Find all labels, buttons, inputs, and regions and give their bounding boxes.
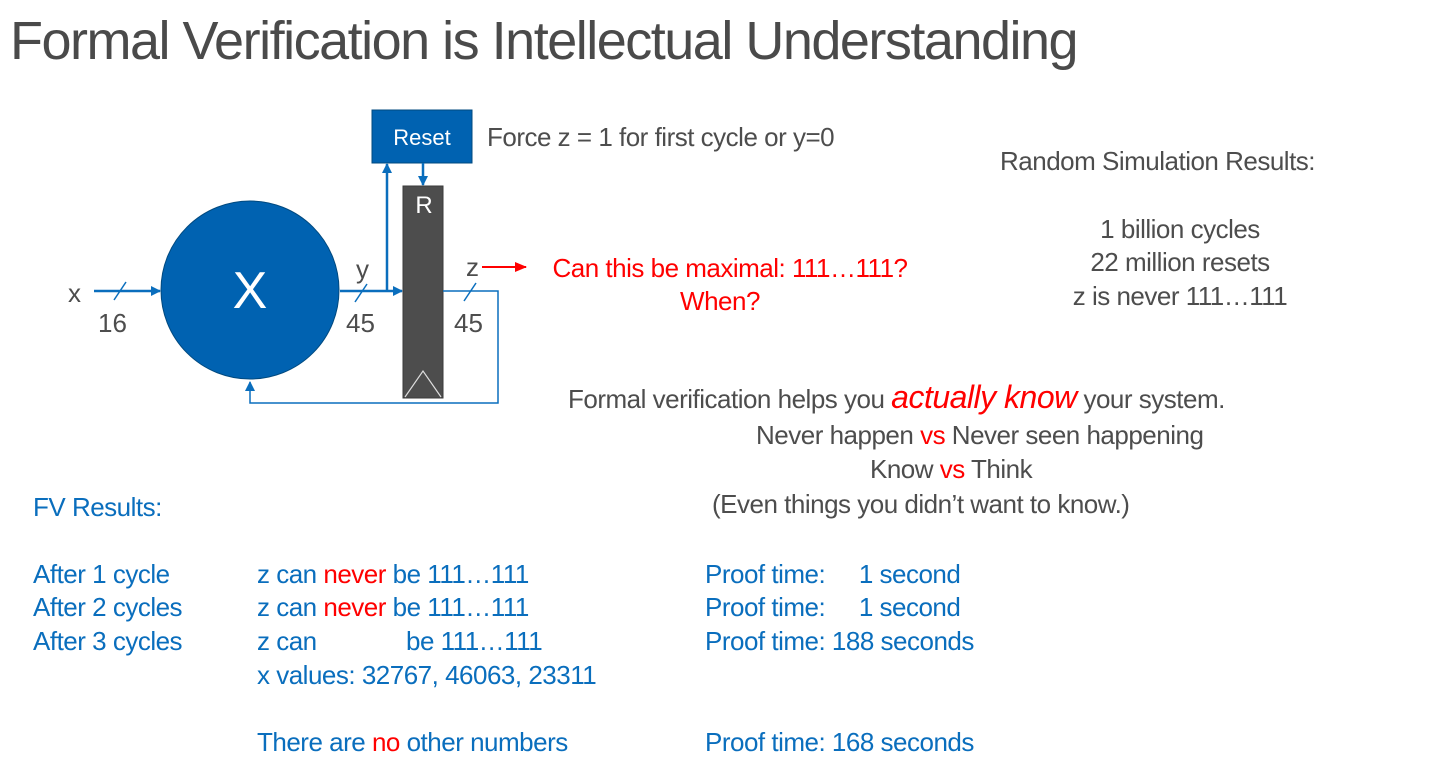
takeaway-line-2: Never happen vs Never seen happening	[756, 418, 1204, 452]
no-other-numbers: There are no other numbers	[257, 725, 568, 759]
output-width-label: 45	[454, 308, 483, 338]
fv-result-text: z can	[257, 559, 324, 589]
fv-result-text: be 111…111	[385, 559, 530, 589]
fv-row-result-pre: z can	[257, 626, 317, 656]
bus-slash-z	[463, 282, 477, 302]
fv-result-text: There are	[257, 727, 372, 757]
takeaway-text: Formal verification helps you	[568, 384, 892, 414]
takeaway-emphasis: actually know	[891, 379, 1077, 415]
fv-row-proof-time: Proof time: 188 seconds	[705, 626, 974, 656]
register-reset-label: R	[415, 192, 432, 219]
random-sim-line: 22 million resets	[1090, 247, 1270, 277]
random-sim-line: 1 billion cycles	[1100, 214, 1260, 244]
takeaway-line-3: Know vs Think	[870, 452, 1033, 486]
fv-row-label: After 1 cycle	[33, 559, 170, 589]
reset-block-label: Reset	[393, 125, 450, 150]
fv-row-result: z can never be 111…111	[257, 557, 529, 591]
input-signal-label: x	[68, 278, 81, 308]
takeaway-text: Know	[870, 454, 940, 484]
vs-highlight: vs	[939, 454, 966, 484]
fv-row-proof-time: Proof time: 1 second	[705, 559, 961, 589]
never-highlight: never	[323, 559, 386, 589]
fv-row-result-post: be 111…111	[406, 626, 543, 656]
fv-row-label: After 3 cycles	[33, 626, 183, 656]
fv-final-proof-time: Proof time: 168 seconds	[705, 727, 974, 757]
takeaway-text: Think	[964, 454, 1033, 484]
question-line-1: Can this be maximal: 111…111?	[552, 253, 908, 283]
random-sim-line: z is never 111…111	[1072, 281, 1288, 311]
vs-highlight: vs	[920, 420, 946, 450]
random-sim-heading: Random Simulation Results:	[1000, 146, 1316, 176]
fv-result-text: z can	[257, 592, 324, 622]
never-highlight: never	[323, 592, 386, 622]
circuit-diagram: x 16 X y 45 Reset R z 45	[68, 109, 527, 404]
mid-signal-label: y	[356, 254, 369, 284]
reset-note: Force z = 1 for first cycle or y=0	[487, 122, 835, 152]
x-values: x values: 32767, 46063, 23311	[257, 660, 597, 690]
takeaway-text: Never happen	[756, 420, 921, 450]
fv-result-text: other numbers	[399, 727, 569, 757]
takeaway-line-4: (Even things you didn’t want to know.)	[712, 489, 1130, 519]
output-signal-label: z	[466, 252, 479, 282]
fv-row-result: z can never be 111…111	[257, 590, 529, 624]
fv-row-label: After 2 cycles	[33, 592, 183, 622]
takeaway-text: Never seen happening	[945, 420, 1204, 450]
fv-results-heading: FV Results:	[33, 492, 162, 522]
bus-slash-y	[354, 283, 368, 303]
no-highlight: no	[371, 727, 400, 757]
block-x-label: X	[233, 262, 268, 320]
mid-width-label: 45	[346, 308, 375, 338]
fv-row-proof-time: Proof time: 1 second	[705, 592, 961, 622]
takeaway-line-1: Formal verification helps you actually k…	[568, 380, 1225, 416]
takeaway-text: your system.	[1076, 384, 1225, 414]
fv-result-text: be 111…111	[385, 592, 530, 622]
input-width-label: 16	[98, 308, 127, 338]
question-line-2: When?	[680, 286, 760, 316]
